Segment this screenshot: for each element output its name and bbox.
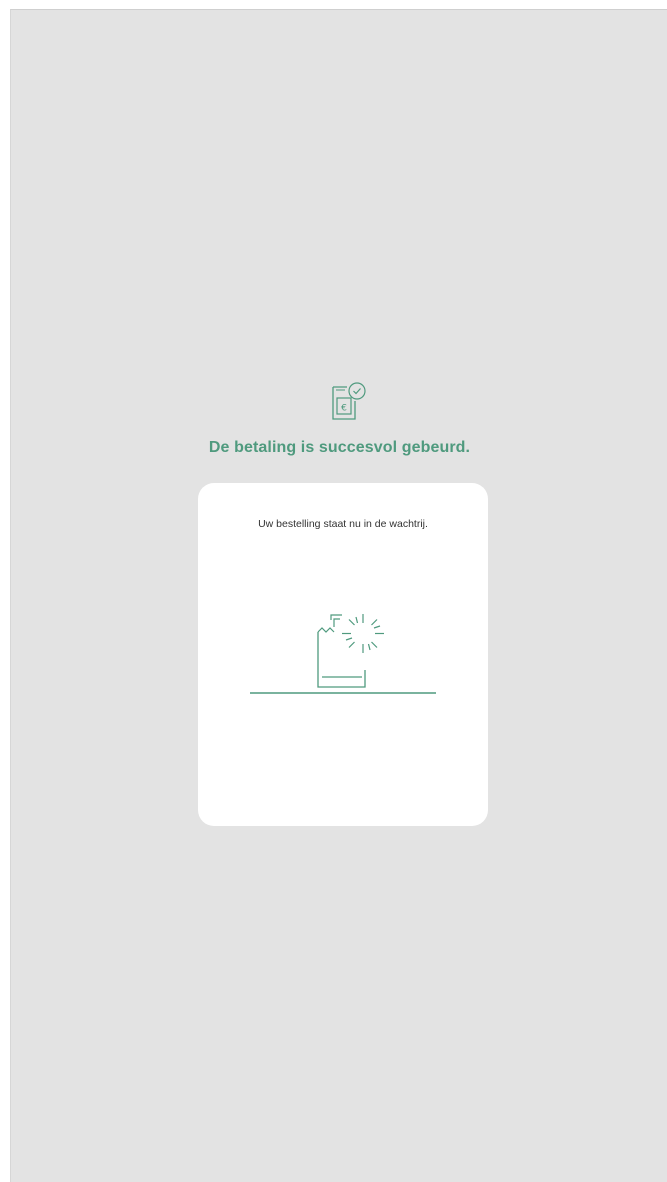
receipt-printer-icon (250, 614, 436, 694)
svg-text:€: € (341, 404, 347, 414)
order-queue-card: Uw bestelling staat nu in de wachtrij. (198, 483, 488, 826)
payment-success-title: De betaling is succesvol gebeurd. (208, 439, 471, 456)
receipt-euro-check-icon: € (332, 382, 366, 420)
payment-success-screen: € De betaling is succesvol gebeurd. Uw b… (10, 9, 667, 1182)
order-queue-message: Uw bestelling staat nu in de wachtrij. (258, 518, 428, 530)
